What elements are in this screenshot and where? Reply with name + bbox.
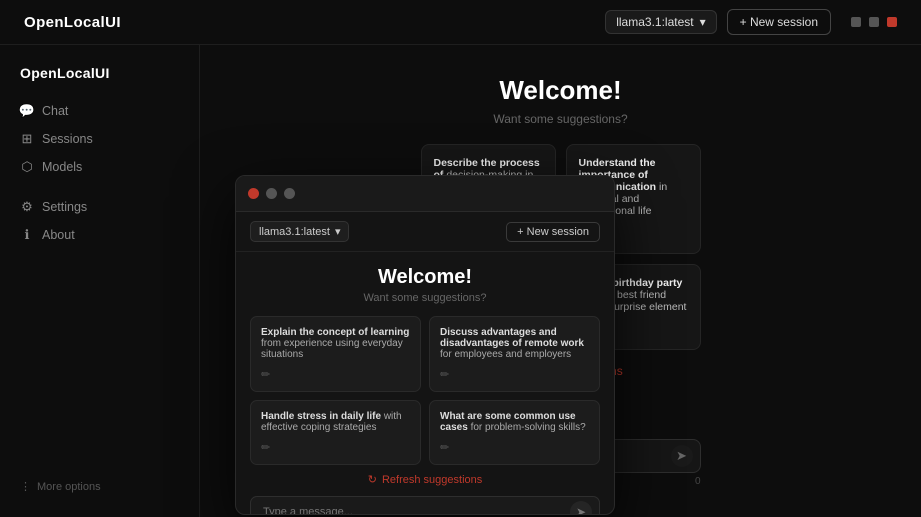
fg-minimize-button[interactable] xyxy=(266,188,277,199)
more-options-icon: ⋮ xyxy=(20,480,31,493)
bg-sidebar-title: OpenLocalUI xyxy=(0,57,199,97)
fg-card-2-bold: Handle stress in daily life xyxy=(261,411,381,422)
bg-minimize-button[interactable] xyxy=(851,17,861,27)
fg-close-button[interactable] xyxy=(248,188,259,199)
bg-model-label: llama3.1:latest xyxy=(616,15,693,29)
fg-model-chevron: ▾ xyxy=(335,225,341,238)
bg-more-options-label: More options xyxy=(37,481,101,493)
fg-refresh-icon: ↻ xyxy=(368,473,377,486)
fg-card-1-bold: Discuss advantages and disadvantages of … xyxy=(440,327,584,349)
fg-refresh-label: Refresh suggestions xyxy=(382,474,482,486)
fg-refresh-button[interactable]: ↻ Refresh suggestions xyxy=(368,473,483,486)
chat-icon: 💬 xyxy=(20,104,34,118)
bg-sidebar-chat-label: Chat xyxy=(42,104,68,118)
fg-card-0-text: from experience using everyday situation… xyxy=(261,338,403,360)
settings-icon: ⚙ xyxy=(20,200,34,214)
fg-card-1[interactable]: Discuss advantages and disadvantages of … xyxy=(429,316,600,392)
fg-maximize-button[interactable] xyxy=(284,188,295,199)
bg-more-options-button[interactable]: ⋮ More options xyxy=(0,468,199,505)
bg-sidebar: OpenLocalUI 💬 Chat ⊞ Sessions ⬡ Models ⚙… xyxy=(0,45,200,517)
fg-card-2-icon: ✏ xyxy=(261,441,410,454)
fg-model-label: llama3.1:latest xyxy=(259,226,330,238)
fg-welcome-subtitle: Want some suggestions? xyxy=(363,292,486,304)
bg-new-session-button[interactable]: + New session xyxy=(727,9,831,35)
fg-new-session-button[interactable]: + New session xyxy=(506,222,600,242)
bg-maximize-button[interactable] xyxy=(869,17,879,27)
bg-sidebar-item-settings[interactable]: ⚙ Settings xyxy=(0,193,199,221)
fg-card-0-icon: ✏ xyxy=(261,368,410,381)
fg-cards-grid: Explain the concept of learning from exp… xyxy=(250,316,600,465)
bg-sidebar-about-label: About xyxy=(42,228,75,242)
foreground-window: llama3.1:latest ▾ + New session Welcome!… xyxy=(235,175,615,515)
bg-welcome-title: Welcome! xyxy=(499,75,621,106)
bg-model-dropdown[interactable]: llama3.1:latest ▾ xyxy=(605,10,716,34)
bg-header: OpenLocalUI llama3.1:latest ▾ + New sess… xyxy=(0,0,921,45)
fg-card-1-icon: ✏ xyxy=(440,368,589,381)
fg-top-bar: llama3.1:latest ▾ + New session xyxy=(236,212,614,252)
bg-app-name: OpenLocalUI xyxy=(24,14,121,31)
bg-model-chevron: ▾ xyxy=(700,15,706,29)
about-icon: ℹ xyxy=(20,228,34,242)
fg-window-controls xyxy=(248,188,295,199)
fg-card-0-bold: Explain the concept of learning xyxy=(261,327,409,338)
fg-card-2[interactable]: Handle stress in daily life with effecti… xyxy=(250,400,421,465)
fg-card-3-icon: ✏ xyxy=(440,441,589,454)
fg-titlebar xyxy=(236,176,614,212)
bg-sidebar-sessions-label: Sessions xyxy=(42,132,93,146)
bg-sidebar-item-chat[interactable]: 💬 Chat xyxy=(0,97,199,125)
bg-sidebar-item-about[interactable]: ℹ About xyxy=(0,221,199,249)
fg-input-wrap: ➤ xyxy=(250,496,600,514)
bg-close-button[interactable] xyxy=(887,17,897,27)
models-icon: ⬡ xyxy=(20,160,34,174)
fg-input-area: ➤ 0 xyxy=(250,496,600,514)
fg-card-0[interactable]: Explain the concept of learning from exp… xyxy=(250,316,421,392)
bg-sidebar-settings-label: Settings xyxy=(42,200,87,214)
bg-send-button[interactable]: ➤ xyxy=(671,445,693,467)
fg-message-input[interactable] xyxy=(250,496,600,514)
fg-card-3[interactable]: What are some common use cases for probl… xyxy=(429,400,600,465)
bg-sidebar-models-label: Models xyxy=(42,160,82,174)
bg-sidebar-item-sessions[interactable]: ⊞ Sessions xyxy=(0,125,199,153)
fg-welcome-title: Welcome! xyxy=(378,266,472,289)
fg-body: Welcome! Want some suggestions? Explain … xyxy=(236,252,614,514)
bg-sidebar-item-models[interactable]: ⬡ Models xyxy=(0,153,199,181)
sessions-icon: ⊞ xyxy=(20,132,34,146)
fg-card-3-text: for problem-solving skills? xyxy=(471,422,586,433)
fg-card-1-text: for employees and employers xyxy=(440,349,571,360)
bg-welcome-subtitle: Want some suggestions? xyxy=(493,112,627,126)
fg-model-dropdown[interactable]: llama3.1:latest ▾ xyxy=(250,221,349,242)
